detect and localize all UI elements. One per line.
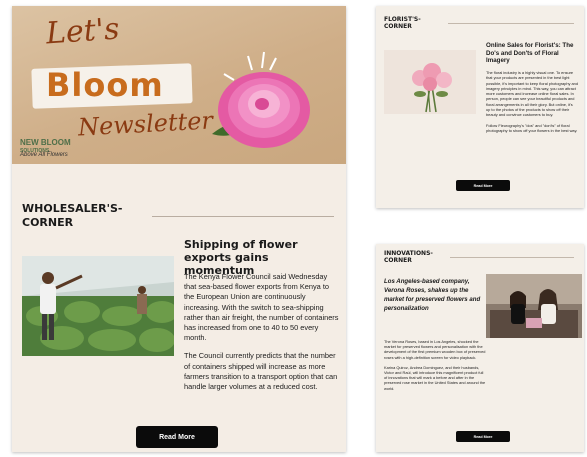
section-divider (448, 23, 574, 24)
section-title-innovations: INNOVATIONS-CORNER (384, 250, 433, 264)
pink-rose-bouquet-photo (384, 50, 476, 114)
article-paragraph: The Verona Roses, based in Los Angeles, … (384, 339, 486, 360)
innovations-corner-card: INNOVATIONS-CORNER Los Angeles-based com… (376, 244, 584, 452)
article-paragraph: The Council currently predicts that the … (184, 351, 338, 392)
read-more-button[interactable]: Read More (136, 426, 218, 448)
hero-bloom-text: Bloom (46, 66, 164, 104)
brand-tagline: Above All Flowers (20, 152, 68, 158)
brand-logo-line1: NEW BLOOM (20, 138, 71, 147)
hero-banner: Let's Bloom Newsletter NEW BLOOM SOLUTIO… (12, 6, 346, 164)
read-more-button[interactable]: Read More (456, 180, 510, 191)
article-paragraph: The floral industry is a highly visual o… (486, 70, 579, 118)
peony-flower-icon (212, 51, 310, 148)
article-body: The Kenya Flower Council said Wednesday … (184, 272, 340, 400)
greenhouse-farmers-photo (22, 256, 174, 356)
section-divider (450, 257, 574, 258)
team-photo (486, 274, 582, 338)
florist-corner-card: FLORIST'S-CORNER Online Sales for Floris… (376, 6, 584, 208)
section-divider (152, 216, 334, 217)
hero-lets-text: Let's (44, 11, 121, 52)
article-paragraph: Karina Quiroz, Andrea Dominguez, and the… (384, 364, 486, 391)
section-title-wholesaler: WHOLESALER'S-CORNER (22, 202, 123, 229)
article-title: Los Angeles-based company, Verona Roses,… (384, 278, 481, 312)
section-title-florist: FLORIST'S-CORNER (384, 16, 421, 30)
newsletter-main: Let's Bloom Newsletter NEW BLOOM SOLUTIO… (12, 6, 346, 452)
article-paragraph: Follow Fleurography's "dos" and "don'ts"… (486, 122, 578, 133)
article-title: Online Sales for Florist's: The Do's and… (486, 42, 574, 65)
hero-newsletter-text: Newsletter (77, 106, 214, 142)
article-paragraph: The Kenya Flower Council said Wednesday … (184, 272, 339, 343)
article-body: The Verona Roses, based in Los Angeles, … (384, 339, 486, 396)
article-body: The floral industry is a highly visual o… (486, 70, 578, 138)
read-more-button[interactable]: Read More (456, 431, 510, 442)
